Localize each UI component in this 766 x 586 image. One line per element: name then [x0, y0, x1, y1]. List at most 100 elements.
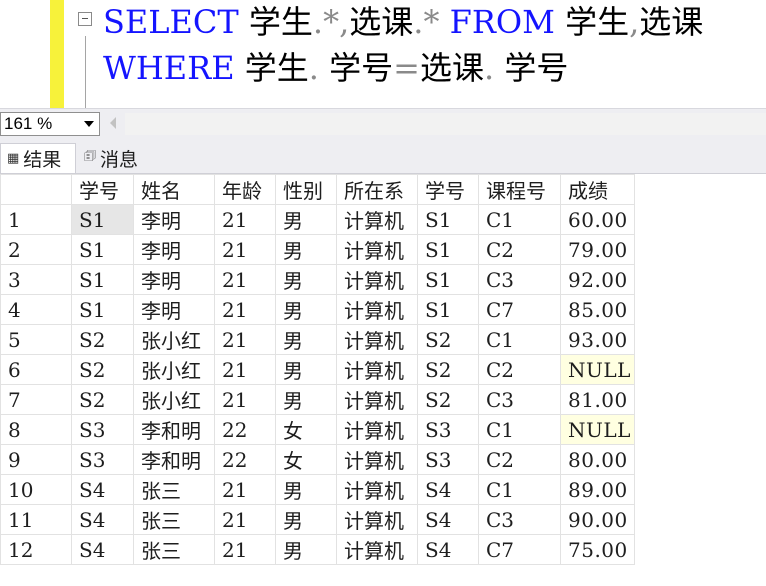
- table-cell[interactable]: S1: [71, 264, 134, 295]
- table-cell[interactable]: 21: [214, 354, 276, 385]
- results-grid[interactable]: 学号 姓名 年龄 性别 所在系 学号 课程号 成绩 1 S1 李明 21 男计算机 S1 C1 60.00 2…: [0, 174, 635, 565]
- row-number[interactable]: 1: [0, 204, 72, 235]
- table-row[interactable]: 8 S3 李和明 22 女计算机 S3 C1 NULL: [0, 414, 635, 445]
- table-cell[interactable]: 计算机: [336, 444, 418, 475]
- table-cell[interactable]: S2: [417, 354, 479, 385]
- table-cell[interactable]: 张小红: [133, 354, 215, 385]
- column-header[interactable]: 学号: [71, 174, 134, 205]
- table-cell[interactable]: 21: [214, 234, 276, 265]
- tab-messages[interactable]: 🗊 消息: [78, 143, 150, 173]
- table-cell[interactable]: 李明: [133, 204, 215, 235]
- table-cell[interactable]: C7: [478, 534, 561, 565]
- table-cell[interactable]: NULL: [560, 414, 635, 445]
- table-cell[interactable]: S3: [71, 414, 134, 445]
- row-number[interactable]: 9: [0, 444, 72, 475]
- column-header[interactable]: 姓名: [133, 174, 215, 205]
- table-cell[interactable]: 计算机: [336, 414, 418, 445]
- scroll-left-arrow-icon[interactable]: [110, 117, 116, 129]
- table-cell[interactable]: 李明: [133, 294, 215, 325]
- table-cell[interactable]: 21: [214, 534, 276, 565]
- row-number[interactable]: 12: [0, 534, 72, 565]
- table-row[interactable]: 5 S2 张小红 21 男计算机 S2 C1 93.00: [0, 324, 635, 355]
- table-cell[interactable]: S1: [417, 264, 479, 295]
- table-cell[interactable]: 女: [275, 444, 337, 475]
- table-cell[interactable]: 22: [214, 444, 276, 475]
- table-row[interactable]: 4 S1 李明 21 男计算机 S1 C7 85.00: [0, 294, 635, 325]
- table-cell[interactable]: 女: [275, 414, 337, 445]
- table-cell[interactable]: S4: [71, 534, 134, 565]
- table-cell[interactable]: S2: [71, 384, 134, 415]
- table-cell[interactable]: 计算机: [336, 354, 418, 385]
- table-cell[interactable]: 89.00: [560, 474, 635, 505]
- table-cell[interactable]: 85.00: [560, 294, 635, 325]
- table-cell[interactable]: C3: [478, 384, 561, 415]
- table-cell[interactable]: 男: [275, 474, 337, 505]
- table-cell[interactable]: C1: [478, 324, 561, 355]
- table-cell[interactable]: 计算机: [336, 294, 418, 325]
- row-number[interactable]: 5: [0, 324, 72, 355]
- row-number[interactable]: 8: [0, 414, 72, 445]
- table-cell[interactable]: S1: [71, 294, 134, 325]
- table-cell[interactable]: 男: [275, 264, 337, 295]
- table-cell[interactable]: S4: [417, 504, 479, 535]
- table-cell[interactable]: 75.00: [560, 534, 635, 565]
- table-cell[interactable]: S1: [417, 204, 479, 235]
- table-cell[interactable]: 92.00: [560, 264, 635, 295]
- table-cell[interactable]: 22: [214, 414, 276, 445]
- table-cell[interactable]: S2: [417, 384, 479, 415]
- table-cell[interactable]: 计算机: [336, 204, 418, 235]
- table-cell[interactable]: 90.00: [560, 504, 635, 535]
- table-cell[interactable]: 张三: [133, 474, 215, 505]
- table-cell[interactable]: C3: [478, 264, 561, 295]
- table-row[interactable]: 1 S1 李明 21 男计算机 S1 C1 60.00: [0, 204, 635, 235]
- row-number[interactable]: 11: [0, 504, 72, 535]
- table-row[interactable]: 11 S4 张三 21 男计算机 S4 C3 90.00: [0, 504, 635, 535]
- table-cell[interactable]: 李和明: [133, 414, 215, 445]
- column-header[interactable]: 成绩: [560, 174, 635, 205]
- table-cell[interactable]: C3: [478, 504, 561, 535]
- table-cell[interactable]: C7: [478, 294, 561, 325]
- table-cell[interactable]: 计算机: [336, 234, 418, 265]
- table-row[interactable]: 6 S2 张小红 21 男计算机 S2 C2 NULL: [0, 354, 635, 385]
- table-cell[interactable]: S1: [417, 294, 479, 325]
- table-cell[interactable]: S4: [417, 474, 479, 505]
- table-cell[interactable]: 21: [214, 384, 276, 415]
- table-cell[interactable]: 计算机: [336, 474, 418, 505]
- row-number[interactable]: 6: [0, 354, 72, 385]
- table-cell[interactable]: 张三: [133, 504, 215, 535]
- table-row[interactable]: 7 S2 张小红 21 男计算机 S2 C3 81.00: [0, 384, 635, 415]
- table-cell[interactable]: 计算机: [336, 384, 418, 415]
- table-cell[interactable]: 81.00: [560, 384, 635, 415]
- table-cell[interactable]: S1: [71, 234, 134, 265]
- table-cell[interactable]: 计算机: [336, 324, 418, 355]
- table-cell[interactable]: S3: [417, 444, 479, 475]
- table-cell[interactable]: 21: [214, 204, 276, 235]
- table-cell[interactable]: 男: [275, 204, 337, 235]
- collapse-icon[interactable]: [78, 12, 92, 26]
- table-cell[interactable]: S3: [417, 414, 479, 445]
- column-header[interactable]: 所在系: [336, 174, 418, 205]
- tab-results[interactable]: ▦ 结果: [0, 143, 76, 173]
- table-cell[interactable]: 21: [214, 294, 276, 325]
- table-cell[interactable]: 男: [275, 384, 337, 415]
- table-cell[interactable]: S1: [417, 234, 479, 265]
- table-cell[interactable]: C1: [478, 204, 561, 235]
- table-cell[interactable]: 张小红: [133, 384, 215, 415]
- table-cell[interactable]: 60.00: [560, 204, 635, 235]
- table-cell[interactable]: 21: [214, 504, 276, 535]
- row-number[interactable]: 10: [0, 474, 72, 505]
- table-cell[interactable]: S2: [417, 324, 479, 355]
- row-number[interactable]: 2: [0, 234, 72, 265]
- table-row[interactable]: 2 S1 李明 21 男计算机 S1 C2 79.00: [0, 234, 635, 265]
- table-cell[interactable]: 21: [214, 474, 276, 505]
- table-cell[interactable]: 李和明: [133, 444, 215, 475]
- table-cell[interactable]: 男: [275, 234, 337, 265]
- table-cell[interactable]: 李明: [133, 234, 215, 265]
- table-cell[interactable]: S3: [71, 444, 134, 475]
- query-editor[interactable]: SELECT 学生.*,选课.* FROM 学生,选课 WHERE 学生. 学号…: [0, 0, 766, 108]
- row-number[interactable]: 7: [0, 384, 72, 415]
- table-cell[interactable]: 计算机: [336, 534, 418, 565]
- table-cell[interactable]: 计算机: [336, 264, 418, 295]
- table-cell[interactable]: 93.00: [560, 324, 635, 355]
- table-cell[interactable]: 张三: [133, 534, 215, 565]
